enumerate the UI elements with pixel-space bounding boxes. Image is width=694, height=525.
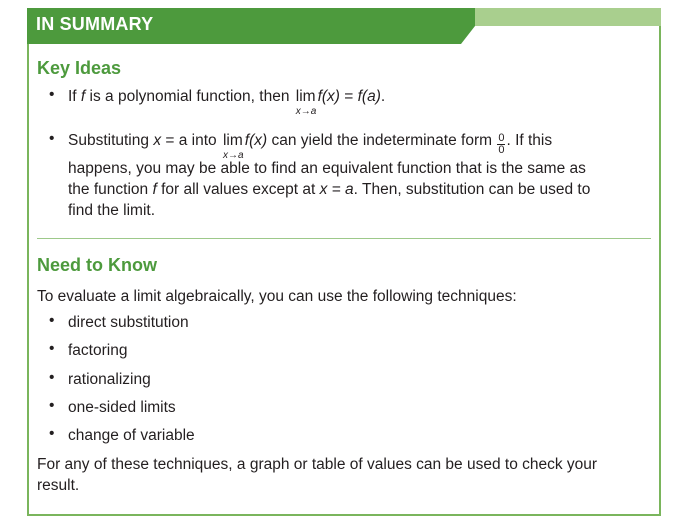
bullet-icon: •	[49, 369, 55, 386]
need-to-know-title: Need to Know	[37, 255, 157, 275]
bullet-icon: •	[49, 340, 55, 357]
bullet-icon: •	[49, 86, 55, 103]
technique-item: rationalizing	[68, 371, 151, 388]
summary-header: IN SUMMARY	[27, 8, 661, 44]
bullet-icon: •	[49, 425, 55, 442]
need-to-know-intro: To evaluate a limit algebraically, you c…	[37, 288, 517, 305]
bullet-icon: •	[49, 130, 55, 147]
technique-item: factoring	[68, 342, 128, 359]
technique-item: change of variable	[68, 427, 195, 444]
key-idea-2-line-3: the function f for all values except at …	[68, 181, 591, 198]
bullet-icon: •	[49, 312, 55, 329]
key-idea-2-line-4: find the limit.	[68, 202, 156, 219]
zero-over-zero-fraction: 00	[497, 132, 506, 156]
bullet-icon: •	[49, 397, 55, 414]
key-idea-1: If f is a polynomial function, then lim x…	[68, 88, 386, 117]
key-idea-2-line-2: happens, you may be able to find an equi…	[68, 160, 586, 177]
key-idea-2-line-1: Substituting x = a into lim x→a f(x) can y…	[68, 132, 553, 161]
closing-line-2: result.	[37, 477, 80, 494]
header-title: IN SUMMARY	[36, 14, 154, 34]
header-accent-bar	[475, 8, 661, 26]
closing-line-1: For any of these techniques, a graph or …	[37, 456, 598, 473]
technique-item: direct substitution	[68, 314, 189, 331]
section-divider	[37, 238, 651, 239]
technique-item: one-sided limits	[68, 399, 176, 416]
key-ideas-title: Key Ideas	[37, 58, 122, 78]
